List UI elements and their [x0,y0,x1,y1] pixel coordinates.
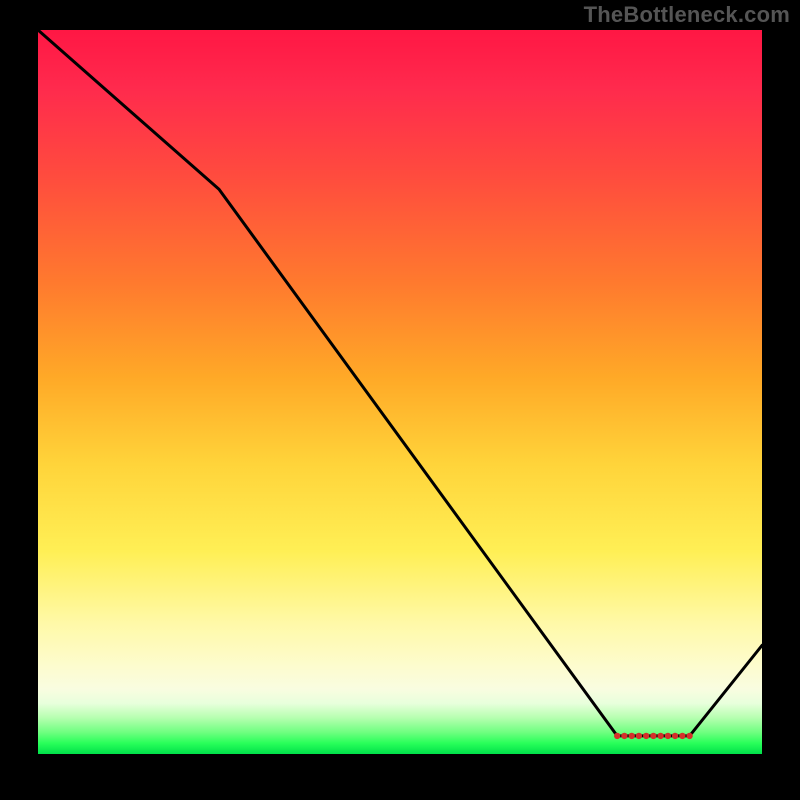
watermark-text: TheBottleneck.com [584,2,790,28]
marker-dot [614,733,620,739]
marker-dot [665,733,671,739]
chart-line [38,30,762,736]
marker-dot [657,733,663,739]
plot-area [38,30,762,754]
marker-dot [636,733,642,739]
marker-dot [643,733,649,739]
marker-dot [672,733,678,739]
chart-container: TheBottleneck.com [0,0,800,800]
marker-dot [650,733,656,739]
marker-dot [679,733,685,739]
marker-group [614,733,693,739]
marker-dot [629,733,635,739]
line-chart-svg [38,30,762,754]
marker-dot [621,733,627,739]
marker-dot [686,733,692,739]
